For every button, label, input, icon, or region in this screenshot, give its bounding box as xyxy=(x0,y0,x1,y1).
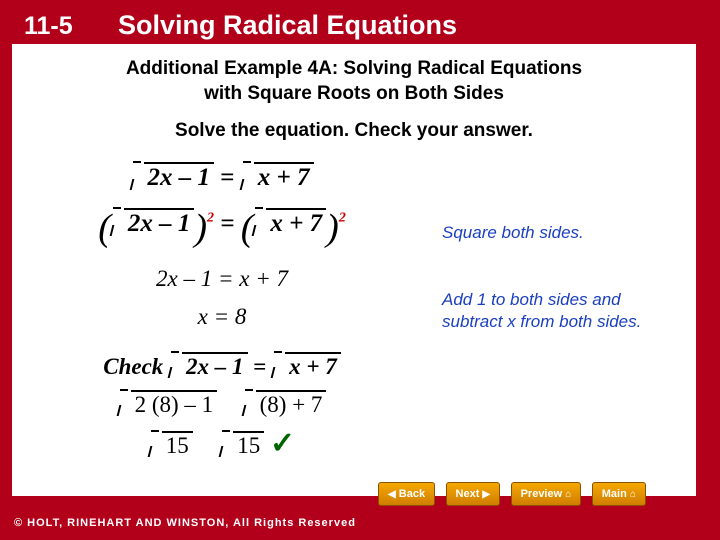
copyright-text: © HOLT, RINEHART AND WINSTON, All Rights… xyxy=(14,517,356,529)
next-arrow-icon: ▶ xyxy=(482,489,491,500)
example-heading-line1: Additional Example 4A: Solving Radical E… xyxy=(125,58,583,79)
home-icon: ⌂ xyxy=(629,489,636,500)
back-label: Back xyxy=(398,488,426,500)
eq2-left: 2x – 1 xyxy=(123,208,195,238)
math-work: 2x – 1 = x + 7 (2x – 1)2 = (x + 7)2 2x –… xyxy=(12,162,432,461)
instruction-text: Solve the equation. Check your answer. xyxy=(175,120,533,141)
open-paren: ( xyxy=(240,207,254,249)
main-button[interactable]: Main ⌂ xyxy=(591,482,646,506)
main-label: Main xyxy=(601,488,627,500)
eq2-equals: = xyxy=(220,210,235,237)
close-paren: ) xyxy=(194,207,207,249)
radical-icon: 2x – 1 xyxy=(111,208,195,238)
check-right: x + 7 xyxy=(285,352,341,380)
home-icon: ⌂ xyxy=(565,489,572,500)
eq1-left: 2x – 1 xyxy=(143,162,214,192)
sub-left: 2 (8) – 1 xyxy=(130,390,218,418)
radical-icon: 15 xyxy=(149,431,193,459)
radical-icon: x + 7 xyxy=(241,162,314,192)
slide-content: Additional Example 4A: Solving Radical E… xyxy=(12,44,696,496)
result-left: 15 xyxy=(161,431,193,459)
check-row: Check 2x – 1 = x + 7 xyxy=(12,352,432,380)
navigation-bar: ◀ Back Next ▶ Preview ⌂ Main ⌂ xyxy=(372,482,692,508)
open-paren: ( xyxy=(98,207,111,249)
back-button[interactable]: ◀ Back xyxy=(378,482,436,506)
radical-icon: (8) + 7 xyxy=(243,390,327,418)
close-paren: ) xyxy=(326,207,339,249)
equation-3: 2x – 1 = x + 7 xyxy=(156,266,288,291)
eq2-right-exponent: 2 xyxy=(338,210,346,226)
check-equals: = xyxy=(253,354,267,379)
preview-label: Preview xyxy=(520,488,563,500)
next-button[interactable]: Next ▶ xyxy=(445,482,501,506)
equation-1: 2x – 1 = x + 7 xyxy=(12,162,432,192)
radical-icon: 15 xyxy=(220,431,265,459)
radical-icon: 2 (8) – 1 xyxy=(118,390,218,418)
preview-button[interactable]: Preview ⌂ xyxy=(510,482,582,506)
checkmark-icon: ✓ xyxy=(270,427,296,460)
radical-icon: 2x – 1 xyxy=(169,352,248,380)
equation-2: (2x – 1)2 = (x + 7)2 xyxy=(12,206,432,250)
result-right: 15 xyxy=(233,431,265,459)
example-heading: Additional Example 4A: Solving Radical E… xyxy=(12,56,696,106)
eq1-right: x + 7 xyxy=(253,162,314,192)
check-label: Check xyxy=(103,354,164,379)
page-title: Solving Radical Equations xyxy=(118,10,458,40)
eq1-equals: = xyxy=(220,164,235,191)
eq2-right: x + 7 xyxy=(266,208,327,238)
example-heading-line2: with Square Roots on Both Sides xyxy=(204,83,504,104)
substitution-row: 2 (8) – 1 (8) + 7 xyxy=(12,390,432,418)
eq2-left-exponent: 2 xyxy=(207,210,214,226)
radical-icon: 2x – 1 xyxy=(131,162,214,192)
check-left: 2x – 1 xyxy=(182,352,248,380)
next-label: Next xyxy=(455,488,480,500)
result-row: 15 15 ✓ xyxy=(12,426,432,461)
back-arrow-icon: ◀ xyxy=(388,489,396,500)
sub-right: (8) + 7 xyxy=(255,390,327,418)
equation-4-solution: x = 8 xyxy=(197,304,247,329)
lesson-number: 11-5 xyxy=(24,12,73,40)
note-square-both-sides: Square both sides. xyxy=(442,223,584,242)
note-add-subtract: Add 1 to both sides and subtract x from … xyxy=(442,290,642,331)
radical-icon: x + 7 xyxy=(253,208,327,238)
radical-icon: x + 7 xyxy=(272,352,341,380)
